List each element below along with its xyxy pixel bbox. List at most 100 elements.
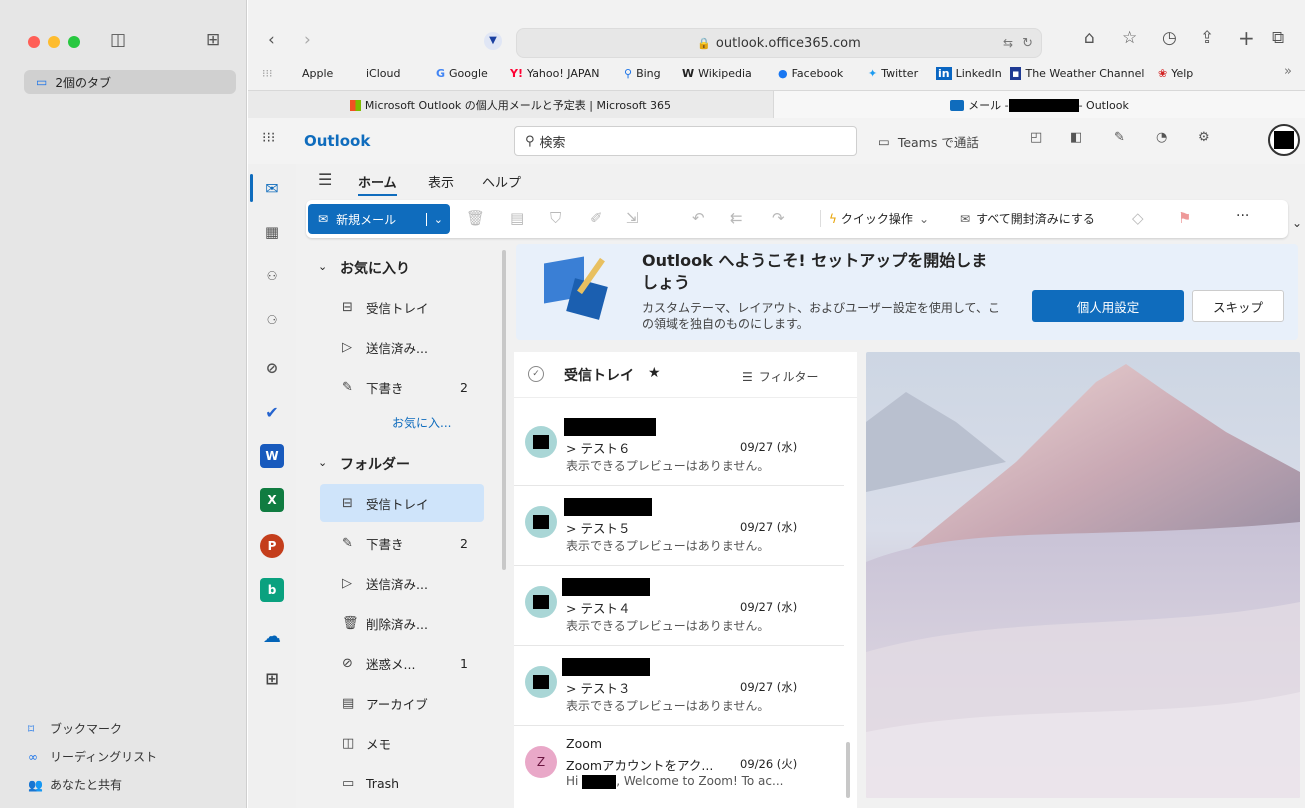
favorite-star-icon[interactable]: ☆ [1122, 28, 1137, 48]
folders-header[interactable]: ⌄ フォルダー [316, 454, 410, 474]
favorite-icloud[interactable]: iCloud [362, 67, 400, 80]
calendar-icon[interactable]: ▦ [260, 220, 284, 244]
app-name[interactable]: Outlook [304, 132, 370, 150]
new-tab-group-icon[interactable]: ⊞ [206, 30, 220, 50]
list-item[interactable]: > テスト６ 09/27 (水) 表示できるプレビューはありません。 [514, 408, 844, 486]
notes-icon[interactable]: ✎ [1114, 130, 1125, 145]
star-icon[interactable]: ★ [648, 365, 661, 381]
mark-all-read-button[interactable]: ✉ すべて開封済みにする [960, 210, 1095, 227]
mail-icon[interactable]: ✉ [260, 176, 284, 200]
favorite-yelp[interactable]: ❀ Yelp [1158, 67, 1193, 80]
list-item[interactable]: > テスト５ 09/27 (水) 表示できるプレビューはありません。 [514, 488, 844, 566]
translate-icon[interactable]: ⇆ [1003, 36, 1013, 50]
new-tab-icon[interactable]: + [1238, 26, 1255, 50]
favorite-wikipedia[interactable]: W Wikipedia [682, 67, 752, 80]
share-icon[interactable]: ⇪ [1200, 28, 1214, 48]
privacy-shield-icon[interactable]: ▼ [484, 32, 502, 50]
address-bar[interactable]: 🔒 outlook.office365.com ⇆ ↻ [516, 28, 1042, 58]
minimize-window-button[interactable] [48, 36, 60, 48]
personalize-button[interactable]: 個人用設定 [1032, 290, 1184, 322]
sweep-icon[interactable]: ✐ [590, 209, 603, 227]
favorite-apple[interactable]: Apple [298, 67, 333, 80]
excel-icon[interactable]: X [260, 488, 284, 512]
tab-help[interactable]: ヘルプ [482, 172, 521, 191]
favorite-inbox[interactable]: ⊟ 受信トレイ [320, 288, 484, 326]
favorite-sent[interactable]: ▷ 送信済み... [320, 328, 484, 366]
add-favorite-link[interactable]: お気に入... [392, 414, 451, 431]
reply-icon[interactable]: ↶ [692, 209, 705, 227]
flag-icon[interactable]: ⚑ [1178, 209, 1191, 227]
folder-junk[interactable]: ⊘ 迷惑メ... 1 [320, 644, 484, 682]
favorite-twitter[interactable]: ✦ Twitter [868, 67, 918, 80]
folder-sent[interactable]: ▷ 送信済み... [320, 564, 484, 602]
select-all-checkbox[interactable]: ✓ [528, 366, 544, 382]
more-options-button[interactable]: ··· [1236, 208, 1249, 224]
sidebar-shared-with-you[interactable]: 👥 あなたと共有 [28, 776, 122, 793]
attachment-icon[interactable]: ⊘ [260, 356, 284, 380]
todo-icon[interactable]: ✔ [260, 400, 284, 424]
chevron-down-icon[interactable]: ⌄ [425, 212, 450, 226]
favorite-bing[interactable]: ⚲ Bing [624, 67, 661, 80]
folder-trash[interactable]: ▭ Trash [320, 764, 484, 802]
tab-group-item[interactable]: ▭ 2個のタブ [24, 70, 236, 94]
list-item[interactable]: > テスト３ 09/27 (水) 表示できるプレビューはありません。 [514, 648, 844, 726]
folder-deleted[interactable]: 🗑 削除済み... [320, 604, 484, 642]
word-icon[interactable]: W [260, 444, 284, 468]
tab-view[interactable]: 表示 [428, 172, 454, 191]
tab-microsoft-outlook[interactable]: Microsoft Outlook の個人用メールと予定表 | Microsof… [248, 91, 774, 119]
back-icon[interactable]: ‹ [268, 30, 275, 50]
favorites-header[interactable]: ⌄ お気に入り [316, 258, 410, 278]
apps-grid-icon[interactable]: ⁝⁝⁝ [262, 67, 273, 80]
folder-inbox[interactable]: ⊟ 受信トレイ [320, 484, 484, 522]
close-window-button[interactable] [28, 36, 40, 48]
folder-notes[interactable]: ◫ メモ [320, 724, 484, 762]
list-scrollbar[interactable] [846, 742, 850, 798]
filter-button[interactable]: ☰ フィルター [742, 368, 819, 385]
list-item[interactable]: > テスト４ 09/27 (水) 表示できるプレビューはありません。 [514, 568, 844, 646]
groups-icon[interactable]: ⚆ [260, 308, 284, 332]
list-item[interactable]: Z Zoom Zoomアカウントをアク... 09/26 (火) Hi , We… [514, 728, 844, 806]
favorite-google[interactable]: G Google [436, 67, 488, 80]
forward-icon[interactable]: ↷ [772, 209, 785, 227]
zoom-window-button[interactable] [68, 36, 80, 48]
favorite-facebook[interactable]: ● Facebook [778, 67, 843, 80]
onedrive-icon[interactable]: ☁ [260, 624, 284, 648]
chevron-down-icon[interactable]: ⌄ [1292, 216, 1302, 230]
folder-scrollbar[interactable] [502, 250, 506, 570]
report-icon[interactable]: ⛉ [550, 209, 561, 227]
folder-archive[interactable]: ▤ アーカイブ [320, 684, 484, 722]
powerpoint-icon[interactable]: P [260, 534, 284, 558]
more-apps-icon[interactable]: ⊞ [260, 666, 284, 690]
skip-button[interactable]: スキップ [1192, 290, 1284, 322]
forward-icon[interactable]: › [304, 30, 311, 50]
reload-icon[interactable]: ↻ [1022, 36, 1033, 51]
office-icon[interactable]: ◧ [1070, 130, 1082, 145]
avatar[interactable] [1268, 124, 1300, 156]
tab-outlook-mail[interactable]: メール - - Outlook [774, 91, 1305, 119]
teams-call-button[interactable]: ▭ Teams で通話 [878, 132, 979, 151]
tab-overview-icon[interactable]: ⧉ [1272, 28, 1284, 48]
history-icon[interactable]: ◷ [1162, 28, 1177, 48]
gear-icon[interactable]: ⚙ [1198, 130, 1210, 145]
people-icon[interactable]: ⚇ [260, 264, 284, 288]
hamburger-icon[interactable]: ☰ [318, 170, 332, 189]
bookings-icon[interactable]: b [260, 578, 284, 602]
favorite-weather-channel[interactable]: ▪ The Weather Channel [1010, 67, 1144, 80]
app-launcher-icon[interactable]: ⁝⁝⁝ [262, 130, 275, 146]
chat-icon[interactable]: ◰ [1030, 130, 1042, 145]
home-icon[interactable]: ⌂ [1084, 28, 1095, 48]
new-mail-button[interactable]: ✉ 新規メール ⌄ [308, 204, 450, 234]
favorite-drafts[interactable]: ✎ 下書き 2 [320, 368, 484, 406]
tag-icon[interactable]: ◇ [1132, 209, 1144, 227]
search-input[interactable]: ⚲ 検索 [514, 126, 857, 156]
archive-icon[interactable]: ▤ [510, 209, 524, 227]
favorite-yahoo[interactable]: Y! Yahoo! JAPAN [510, 67, 600, 80]
sidebar-bookmarks[interactable]: ⌑ ブックマーク [28, 720, 122, 737]
folder-drafts[interactable]: ✎ 下書き 2 [320, 524, 484, 562]
sidebar-toggle-icon[interactable]: ◫ [110, 30, 126, 50]
reply-all-icon[interactable]: ⇇ [730, 209, 743, 227]
tab-home[interactable]: ホーム [358, 172, 397, 196]
more-favorites-icon[interactable]: » [1284, 64, 1292, 79]
favorite-linkedin[interactable]: in LinkedIn [936, 67, 1002, 80]
sidebar-reading-list[interactable]: ∞ リーディングリスト [28, 748, 157, 765]
